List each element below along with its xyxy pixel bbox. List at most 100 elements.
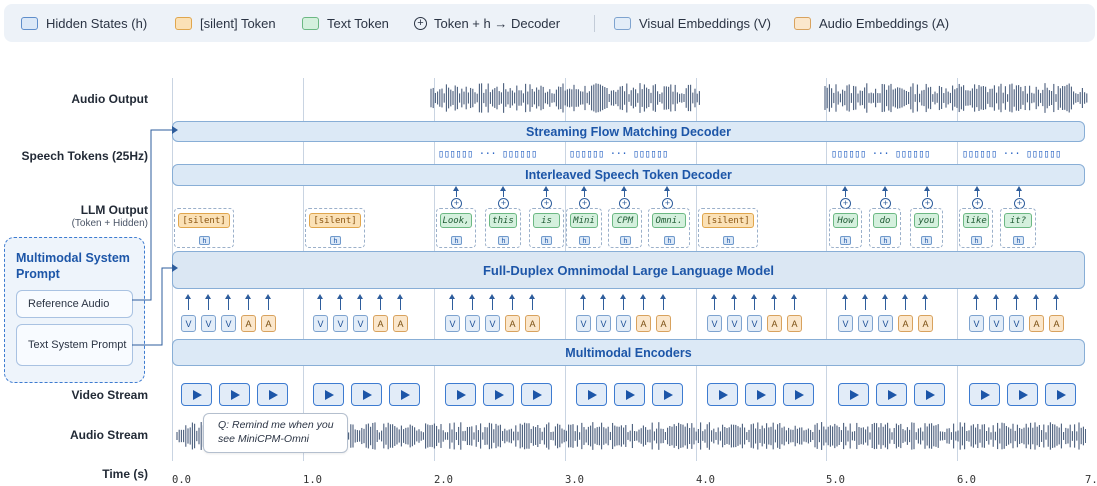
audio-embedding: A bbox=[898, 315, 913, 332]
speech-token-group: ▯▯▯▯▯▯ ··· ▯▯▯▯▯▯ bbox=[438, 148, 537, 160]
video-frame-play-icon bbox=[876, 383, 907, 406]
video-frame-play-icon bbox=[257, 383, 288, 406]
audio-embedding: A bbox=[656, 315, 671, 332]
legend-label: Audio Embeddings (A) bbox=[819, 15, 950, 31]
row-label-audio-stream: Audio Stream bbox=[69, 428, 148, 442]
up-arrow-icon bbox=[397, 294, 403, 310]
visual-embedding: V bbox=[596, 315, 611, 332]
video-frame-play-icon bbox=[914, 383, 945, 406]
llm-output-token: do h bbox=[869, 208, 901, 248]
video-frame-play-icon bbox=[614, 383, 645, 406]
legend-divider bbox=[594, 15, 595, 32]
hidden-state-box: h bbox=[723, 236, 734, 245]
visual-embedding: V bbox=[181, 315, 196, 332]
llm-output-token: is h bbox=[529, 208, 564, 248]
speech-token-group: ▯▯▯▯▯▯ ··· ▯▯▯▯▯▯ bbox=[962, 148, 1061, 160]
up-arrow-icon bbox=[620, 294, 626, 310]
up-arrow-icon bbox=[449, 294, 455, 310]
up-arrow-icon bbox=[993, 294, 999, 310]
hidden-state-box: h bbox=[840, 236, 851, 245]
hidden-state-box: h bbox=[498, 236, 509, 245]
visual-embedding: V bbox=[201, 315, 216, 332]
visual-embedding: V bbox=[727, 315, 742, 332]
up-arrow-icon bbox=[185, 294, 191, 310]
visual-embedding: V bbox=[333, 315, 348, 332]
streaming-flow-matching-decoder: Streaming Flow Matching Decoder bbox=[172, 121, 1085, 142]
video-frame-play-icon bbox=[1045, 383, 1076, 406]
interleaved-speech-token-decoder: Interleaved Speech Token Decoder bbox=[172, 164, 1085, 186]
visual-embedding: V bbox=[1009, 315, 1024, 332]
audio-embedding: A bbox=[767, 315, 782, 332]
up-arrow-icon bbox=[660, 294, 666, 310]
speech-token-group: ▯▯▯▯▯▯ ··· ▯▯▯▯▯▯ bbox=[569, 148, 668, 160]
multimodal-encoders: Multimodal Encoders bbox=[172, 339, 1085, 366]
text-token: like bbox=[963, 213, 989, 228]
hidden-state-box: h bbox=[1013, 236, 1024, 245]
text-token-swatch-icon bbox=[302, 16, 319, 30]
time-tick: 6.0 bbox=[957, 474, 976, 486]
llm-output-token: [silent] h bbox=[174, 208, 234, 248]
video-frame-play-icon bbox=[576, 383, 607, 406]
time-tick: 5.0 bbox=[826, 474, 845, 486]
time-tick: 1.0 bbox=[303, 474, 322, 486]
multimodal-system-prompt: Multimodal System Prompt Reference Audio… bbox=[4, 237, 145, 383]
hidden-state-box: h bbox=[330, 236, 341, 245]
up-arrow-icon bbox=[1053, 294, 1059, 310]
hidden-state-box: h bbox=[971, 236, 982, 245]
llm-output-token: How h bbox=[829, 208, 862, 248]
up-arrow-icon bbox=[580, 294, 586, 310]
video-frame-play-icon bbox=[745, 383, 776, 406]
visual-embedding: V bbox=[858, 315, 873, 332]
silent-token-swatch-icon bbox=[175, 16, 192, 30]
audio-embedding: A bbox=[525, 315, 540, 332]
up-arrow-icon bbox=[205, 294, 211, 310]
up-arrow-icon bbox=[265, 294, 271, 310]
audio-embedding: A bbox=[393, 315, 408, 332]
up-arrow-icon bbox=[543, 186, 549, 197]
up-arrow-icon bbox=[711, 294, 717, 310]
up-arrow-icon bbox=[453, 186, 459, 197]
time-tick: 7. bbox=[1085, 474, 1097, 486]
video-frame-play-icon bbox=[1007, 383, 1038, 406]
up-arrow-icon bbox=[1033, 294, 1039, 310]
legend-audio-embeddings: Audio Embeddings (A) bbox=[794, 4, 949, 42]
up-arrow-icon bbox=[924, 186, 930, 197]
text-token: this bbox=[489, 213, 517, 228]
text-token: CPM bbox=[612, 213, 638, 228]
hidden-state-box: h bbox=[620, 236, 631, 245]
video-frame-play-icon bbox=[445, 383, 476, 406]
up-arrow-icon bbox=[529, 294, 535, 310]
up-arrow-icon bbox=[509, 294, 515, 310]
reference-audio-box: Reference Audio bbox=[16, 290, 133, 318]
llm-output-token: you h bbox=[910, 208, 943, 248]
video-frame-play-icon bbox=[351, 383, 382, 406]
visual-embedding: V bbox=[576, 315, 591, 332]
visual-embedding: V bbox=[313, 315, 328, 332]
legend-text-token: Text Token bbox=[302, 4, 389, 42]
llm-output-token: Mini h bbox=[566, 208, 602, 248]
legend-label: Token + h → Decoder bbox=[434, 15, 561, 31]
time-tick: 3.0 bbox=[565, 474, 584, 486]
visual-embedding-swatch-icon bbox=[614, 16, 631, 30]
audio-embedding: A bbox=[1029, 315, 1044, 332]
legend-label: Text Token bbox=[327, 15, 389, 31]
circle-plus-icon: + bbox=[414, 16, 427, 30]
up-arrow-icon bbox=[1013, 294, 1019, 310]
llm-output-token: CPM h bbox=[608, 208, 642, 248]
video-frame-play-icon bbox=[219, 383, 250, 406]
text-token: it? bbox=[1004, 213, 1032, 228]
video-frame-play-icon bbox=[483, 383, 514, 406]
audio-embedding-swatch-icon bbox=[794, 16, 811, 30]
up-arrow-icon bbox=[600, 294, 606, 310]
hidden-state-box: h bbox=[579, 236, 590, 245]
up-arrow-icon bbox=[225, 294, 231, 310]
up-arrow-icon bbox=[245, 294, 251, 310]
row-label-video-stream: Video Stream bbox=[71, 388, 148, 402]
up-arrow-icon bbox=[751, 294, 757, 310]
visual-embedding: V bbox=[353, 315, 368, 332]
up-arrow-icon bbox=[489, 294, 495, 310]
up-arrow-icon bbox=[500, 186, 506, 197]
up-arrow-icon bbox=[973, 294, 979, 310]
visual-embedding: V bbox=[445, 315, 460, 332]
row-label-time: Time (s) bbox=[102, 467, 148, 481]
